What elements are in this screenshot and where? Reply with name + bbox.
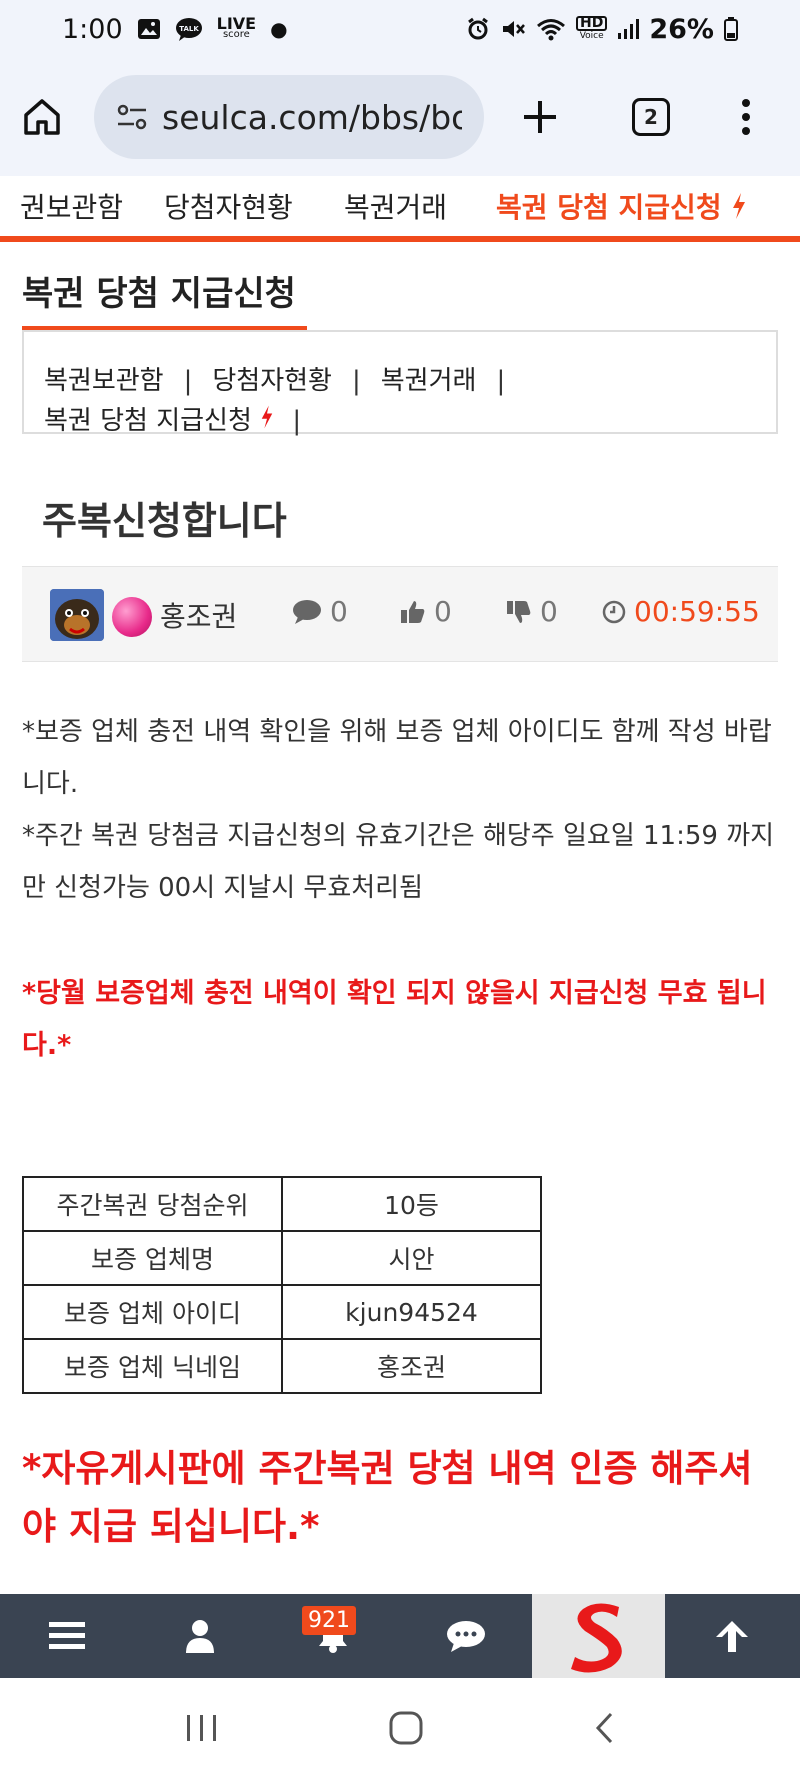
nav-item-lottery-storage[interactable]: 권보관함: [20, 186, 123, 226]
livescore-top: LIVE: [216, 14, 257, 33]
home-nav-icon[interactable]: [388, 1710, 424, 1746]
lightning-icon: [731, 192, 747, 227]
notification-badge: 921: [302, 1606, 356, 1635]
notifications-button[interactable]: 921: [266, 1594, 399, 1678]
post-meta: 홍조권 0 0 0 00:59:55: [22, 566, 778, 662]
thumbs-down-icon: [506, 599, 532, 625]
post-body: *보증 업체 충전 내역 확인을 위해 보증 업체 아이디도 함께 작성 바랍니…: [22, 706, 782, 914]
browser-toolbar: seulca.com/bbs/board.php 2: [0, 58, 800, 176]
hd-voice-icon: HD Voice: [576, 16, 608, 42]
sub-nav-prize-claim[interactable]: 복권 당첨 지급신청: [44, 406, 252, 436]
comment-icon: [292, 599, 322, 625]
sub-nav-row-2: 복권 당첨 지급신청 |: [44, 398, 756, 445]
talk-icon: TALK: [175, 17, 203, 41]
table-value: 홍조권: [281, 1338, 542, 1394]
battery-icon: [724, 17, 738, 41]
dislike-count-value: 0: [540, 595, 558, 628]
post-red-notice: *당월 보증업체 충전 내역이 확인 되지 않을시 지급신청 무효 됩니다.*: [22, 978, 767, 1061]
table-row: 주간복권 당첨순위 10등: [22, 1176, 542, 1232]
comment-count-value: 0: [330, 595, 348, 628]
status-bar: 1:00 TALK LIVE score ● HD Voice 26%: [0, 0, 800, 58]
post-body-line-1: *보증 업체 충전 내역 확인을 위해 보증 업체 아이디도 함께 작성 바랍니…: [22, 717, 772, 799]
battery-percent: 26%: [649, 13, 714, 45]
post-time: 00:59:55: [602, 595, 760, 628]
wifi-icon: [536, 17, 566, 41]
sub-nav-lottery-storage[interactable]: 복권보관함: [44, 366, 164, 396]
nav-item-winners[interactable]: 당첨자현황: [164, 186, 293, 226]
site-logo-icon: [567, 1599, 631, 1673]
nav-item-prize-claim[interactable]: 복권 당첨 지급신청: [496, 186, 747, 227]
system-nav-bar: [0, 1678, 800, 1778]
dot-icon: ●: [270, 17, 288, 41]
level-badge-icon: [112, 597, 152, 637]
tab-switcher-button[interactable]: 2: [632, 98, 670, 136]
clock-icon: [602, 600, 626, 624]
table-key: 주간복권 당첨순위: [22, 1176, 283, 1232]
post-body-line-2: *주간 복권 당첨금 지급신청의 유효기간은 해당주 일요일 11:59 까지만…: [22, 821, 775, 903]
chat-button[interactable]: [399, 1594, 532, 1678]
signal-icon: [617, 18, 640, 40]
more-menu-icon[interactable]: [740, 97, 752, 137]
table-key: 보증 업체명: [22, 1230, 283, 1286]
author-name[interactable]: 홍조권: [160, 595, 237, 635]
user-icon: [185, 1619, 215, 1653]
sub-nav-trade[interactable]: 복권거래: [381, 366, 477, 396]
table-row: 보증 업체 아이디 kjun94524: [22, 1284, 542, 1340]
svg-text:TALK: TALK: [179, 25, 199, 33]
board-sub-nav: 복권보관함 | 당첨자현황 | 복권거래 | 복권 당첨 지급신청 |: [22, 330, 778, 436]
avatar[interactable]: [50, 589, 104, 641]
comment-count: 0: [292, 595, 348, 628]
lightning-icon: [260, 399, 274, 445]
site-logo-button[interactable]: [532, 1594, 665, 1678]
arrow-up-icon: [714, 1619, 750, 1653]
thumbs-up-icon: [400, 599, 426, 625]
sub-nav-separator: |: [351, 366, 361, 396]
menu-button[interactable]: [0, 1594, 133, 1678]
new-tab-icon[interactable]: [520, 97, 560, 137]
table-value: kjun94524: [281, 1284, 542, 1340]
table-value: 10등: [281, 1176, 542, 1232]
tab-count: 2: [644, 105, 658, 129]
hamburger-icon: [48, 1621, 85, 1651]
profile-button[interactable]: [133, 1594, 266, 1678]
dislike-count[interactable]: 0: [506, 595, 558, 628]
like-count-value: 0: [434, 595, 452, 628]
like-count[interactable]: 0: [400, 595, 452, 628]
claim-info-table: 주간복권 당첨순위 10등 보증 업체명 시안 보증 업체 아이디 kjun94…: [22, 1176, 542, 1394]
table-row: 보증 업체 닉네임 홍조권: [22, 1338, 542, 1394]
hd-top: HD: [576, 16, 608, 31]
gallery-icon: [137, 18, 161, 40]
table-key: 보증 업체 닉네임: [22, 1338, 283, 1394]
table-value: 시안: [281, 1230, 542, 1286]
sub-nav-separator: |: [292, 406, 302, 436]
recent-apps-icon[interactable]: [185, 1713, 219, 1743]
table-row: 보증 업체명 시안: [22, 1230, 542, 1286]
nav-item-trade[interactable]: 복권거래: [344, 186, 447, 226]
post-title: 주복신청합니다: [42, 499, 287, 543]
hd-bottom: Voice: [579, 31, 604, 41]
post-time-value: 00:59:55: [634, 595, 760, 628]
sub-nav-winners[interactable]: 당첨자현황: [212, 366, 332, 396]
site-nav: 권보관함 당첨자현황 복권거래 복권 당첨 지급신청: [0, 176, 800, 242]
chat-icon: [446, 1619, 486, 1653]
scroll-top-button[interactable]: [665, 1594, 798, 1678]
alarm-icon: [466, 17, 490, 41]
url-bar[interactable]: seulca.com/bbs/board.php: [94, 75, 484, 159]
post-big-red-notice: *자유게시판에 주간복권 당첨 내역 인증 해주셔야 지급 되십니다.*: [22, 1447, 753, 1548]
site-bottom-toolbar: 921: [0, 1594, 800, 1678]
back-icon[interactable]: [593, 1711, 615, 1745]
url-text: seulca.com/bbs/board.php: [162, 97, 462, 137]
site-info-icon[interactable]: [116, 103, 148, 131]
nav-item-prize-claim-label: 복권 당첨 지급신청: [496, 191, 722, 224]
mute-icon: [500, 17, 526, 41]
status-time: 1:00: [62, 13, 123, 45]
livescore-icon: LIVE score: [216, 14, 257, 41]
board-title: 복권 당첨 지급신청: [22, 274, 296, 314]
home-icon[interactable]: [20, 95, 64, 139]
sub-nav-separator: |: [496, 366, 506, 396]
sub-nav-separator: |: [183, 366, 193, 396]
table-key: 보증 업체 아이디: [22, 1284, 283, 1340]
